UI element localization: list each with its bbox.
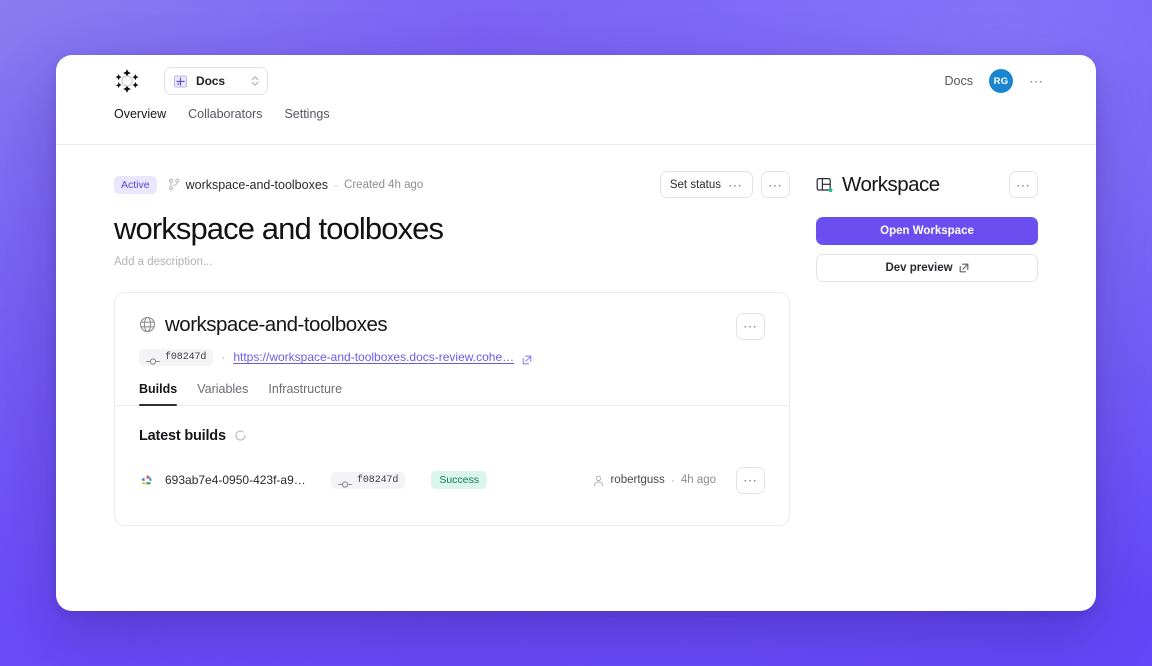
commit-chip[interactable]: f08247d (139, 348, 214, 366)
workspace-panel-header: Workspace ⋯ (816, 171, 1038, 198)
subrow-separator: · (221, 350, 226, 365)
builds-heading: Latest builds (139, 427, 226, 444)
dev-preview-button[interactable]: Dev preview (816, 254, 1038, 282)
deployment-card-header: workspace-and-toolboxes ⋯ f08247d · http… (115, 293, 789, 366)
google-cloud-icon (139, 473, 154, 487)
workspace-selector[interactable]: Docs (164, 67, 268, 95)
tab-overview[interactable]: Overview (114, 107, 166, 133)
workspace-overflow-button[interactable]: ⋯ (1009, 171, 1038, 198)
commit-hash: f08247d (165, 351, 207, 363)
created-timestamp: Created 4h ago (344, 178, 424, 191)
build-status-badge: Success (431, 471, 487, 490)
tab-variables[interactable]: Variables (197, 382, 248, 405)
description-input[interactable]: Add a description... (114, 256, 790, 268)
meta-row: Active workspace-and-toolboxes · Created… (114, 171, 790, 198)
set-status-button[interactable]: Set status ⋯ (659, 171, 753, 198)
person-icon (593, 474, 604, 487)
deployment-url-link[interactable]: https://workspace-and-toolboxes.docs-rev… (233, 350, 514, 364)
deployment-title-row: workspace-and-toolboxes (139, 313, 765, 337)
globe-icon (139, 316, 156, 333)
build-commit-hash: f08247d (357, 474, 399, 486)
coherence-sparkle-logo[interactable] (114, 68, 140, 94)
avatar[interactable]: RG (989, 69, 1013, 93)
build-timestamp: 4h ago (680, 474, 716, 487)
set-status-label: Set status (669, 178, 721, 191)
commit-icon (146, 353, 160, 365)
deployment-card: workspace-and-toolboxes ⋯ f08247d · http… (114, 291, 790, 526)
build-author-separator: · (670, 473, 675, 488)
open-workspace-button[interactable]: Open Workspace (816, 217, 1038, 245)
sidebar-column: Workspace ⋯ Open Workspace Dev preview (816, 171, 1038, 526)
header-overflow-icon: ⋯ (768, 176, 783, 193)
build-id: 693ab7e4-0950-423f-a9… (165, 473, 306, 488)
chevron-updown-icon (250, 73, 260, 89)
workspace-overflow-icon: ⋯ (1016, 176, 1031, 193)
header-overflow-button[interactable]: ⋯ (761, 171, 790, 198)
git-branch-icon (168, 178, 180, 191)
top-bar: Docs Docs RG ⋯ (56, 55, 1096, 107)
branch-name: workspace-and-toolboxes (185, 177, 329, 192)
builds-section: Latest builds 693ab7e4-0950-423f-a9… f08… (115, 406, 789, 525)
dev-preview-label: Dev preview (885, 262, 953, 274)
build-author: robertguss · 4h ago (593, 473, 716, 487)
deployment-overflow-icon: ⋯ (743, 318, 758, 335)
app-window: Docs Docs RG ⋯ Overview Collaborators Se… (56, 55, 1096, 611)
deployment-title: workspace-and-toolboxes (165, 312, 388, 336)
top-bar-right: Docs RG ⋯ (945, 69, 1044, 93)
table-row[interactable]: 693ab7e4-0950-423f-a9… f08247d Success r… (139, 462, 765, 499)
workspace-selector-label: Docs (196, 74, 225, 88)
page-title: workspace and toolboxes (114, 211, 444, 246)
tab-settings[interactable]: Settings (284, 107, 329, 133)
branch-meta: workspace-and-toolboxes · Created 4h ago (168, 177, 424, 192)
docs-link[interactable]: Docs (945, 74, 973, 88)
build-author-name: robertguss (610, 474, 665, 487)
external-link-icon[interactable] (522, 352, 532, 365)
content-area: Active workspace-and-toolboxes · Created… (56, 145, 1096, 526)
meta-separator: · (334, 177, 339, 192)
deployment-overflow-button[interactable]: ⋯ (736, 312, 765, 340)
tab-builds[interactable]: Builds (139, 382, 178, 406)
workspace-panel-title: Workspace (842, 172, 940, 196)
status-badge: Active (114, 175, 157, 194)
meta-actions: Set status ⋯ ⋯ (659, 171, 790, 198)
main-column: Active workspace-and-toolboxes · Created… (114, 171, 790, 526)
builds-header: Latest builds (139, 428, 765, 444)
workspace-panel-icon (816, 177, 833, 193)
topbar-overflow-menu-icon[interactable]: ⋯ (1029, 74, 1044, 88)
tab-infrastructure[interactable]: Infrastructure (268, 382, 342, 405)
commit-icon (338, 476, 352, 488)
refresh-icon[interactable] (234, 429, 247, 442)
build-overflow-icon: ⋯ (743, 472, 758, 489)
main-nav-tabs: Overview Collaborators Settings (56, 107, 1096, 145)
external-link-icon (959, 263, 969, 273)
tab-collaborators[interactable]: Collaborators (188, 107, 262, 133)
project-icon (173, 74, 188, 89)
build-overflow-button[interactable]: ⋯ (736, 466, 765, 494)
deployment-subrow: f08247d · https://workspace-and-toolboxe… (139, 348, 765, 366)
build-commit-chip[interactable]: f08247d (331, 471, 406, 489)
deployment-tabs: Builds Variables Infrastructure (115, 366, 789, 406)
set-status-dots-icon: ⋯ (728, 176, 743, 193)
